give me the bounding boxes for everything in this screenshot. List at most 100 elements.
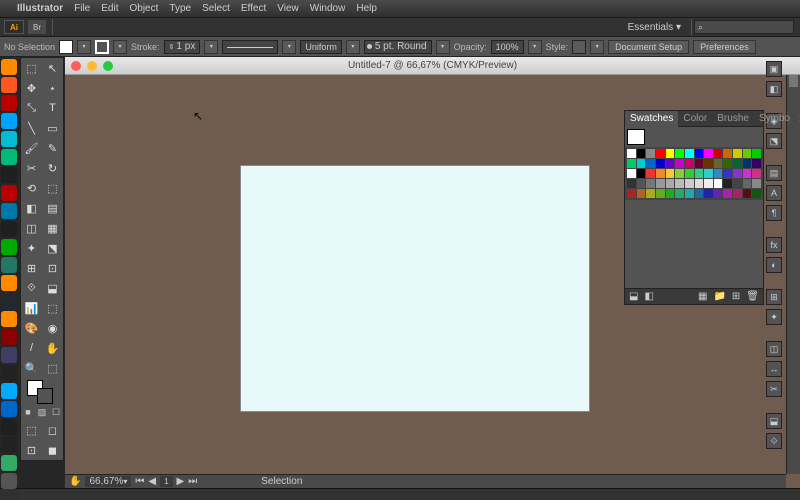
fill-swatch[interactable] [59,40,73,54]
stroke-weight-dropdown[interactable]: ▾ [204,40,218,54]
panel-icon-0[interactable]: ▣ [766,61,782,77]
panel-icon-18[interactable]: ✂ [766,381,782,397]
panel-icon-16[interactable]: ◫ [766,341,782,357]
swatch-24[interactable] [723,159,732,168]
tool-3[interactable]: ⋆ [42,78,63,98]
opacity-dropdown[interactable]: ▾ [528,40,542,54]
swatch-lib-icon[interactable]: ⬓ [629,291,638,302]
menu-edit[interactable]: Edit [101,3,118,14]
swatch-63[interactable] [695,189,704,198]
style-dropdown[interactable]: ▾ [590,40,604,54]
swatch-65[interactable] [714,189,723,198]
tab-swatches[interactable]: Swatches [625,111,678,127]
swatch-60[interactable] [666,189,675,198]
swatch-20[interactable] [685,159,694,168]
swatch-3[interactable] [656,149,665,158]
opacity-input[interactable]: 100% [491,40,524,54]
swatch-44[interactable] [646,179,655,188]
nav-last-icon[interactable]: ⏭ [188,476,197,487]
screen-mode-1[interactable]: ◻ [42,420,63,440]
swatch-41[interactable] [752,169,761,178]
panel-icon-10[interactable]: fx [766,237,782,253]
tool-1[interactable]: ↖ [42,58,63,78]
swatch-62[interactable] [685,189,694,198]
tool-7[interactable]: ▭ [42,118,63,138]
brush-pt[interactable]: 5 pt. Round [364,40,432,54]
tab-brushes[interactable]: Brushe [712,111,754,127]
tool-29[interactable]: ✋ [42,338,63,358]
tool-4[interactable]: ⤡ [21,98,42,118]
dock-app-13[interactable] [1,293,17,309]
swatch-35[interactable] [695,169,704,178]
fill-stroke-control[interactable] [21,378,63,404]
swatch-45[interactable] [656,179,665,188]
dock-app-11[interactable] [1,257,17,273]
swatch-17[interactable] [656,159,665,168]
swatch-kind-icon[interactable]: ◧ [644,291,653,302]
preferences-button[interactable]: Preferences [693,40,756,54]
swatch-55[interactable] [752,179,761,188]
dock-app-8[interactable] [1,203,17,219]
swatch-57[interactable] [637,189,646,198]
tool-9[interactable]: ✎ [42,138,63,158]
tool-25[interactable]: ⬚ [42,298,63,318]
dock-app-4[interactable] [1,131,17,147]
tool-13[interactable]: ⬚ [42,178,63,198]
swatch-53[interactable] [733,179,742,188]
swatch-37[interactable] [714,169,723,178]
swatch-16[interactable] [646,159,655,168]
panel-icon-8[interactable]: ¶ [766,205,782,221]
panel-collapse-icon[interactable]: » [795,113,800,124]
swatch-0[interactable] [627,149,636,158]
tool-30[interactable]: 🔍 [21,358,42,378]
menu-file[interactable]: File [74,3,90,14]
tool-11[interactable]: ↻ [42,158,63,178]
panel-icon-1[interactable]: ◧ [766,81,782,97]
nav-next-icon[interactable]: ▶ [177,476,185,487]
new-swatch-icon[interactable]: ⊞ [732,291,740,302]
swatch-26[interactable] [743,159,752,168]
new-group-icon[interactable]: 📁 [713,291,725,302]
dock-app-14[interactable] [1,311,17,327]
dock-app-23[interactable] [1,473,17,489]
panel-icon-20[interactable]: ⬓ [766,413,782,429]
tool-17[interactable]: ▦ [42,218,63,238]
dock-app-12[interactable] [1,275,17,291]
swatch-8[interactable] [704,149,713,158]
panel-icon-14[interactable]: ✦ [766,309,782,325]
swatch-50[interactable] [704,179,713,188]
menu-type[interactable]: Type [169,3,191,14]
dock-app-20[interactable] [1,419,17,435]
panel-icon-21[interactable]: ⟐ [766,433,782,449]
menu-window[interactable]: Window [310,3,346,14]
tool-8[interactable]: 🖌 [21,138,42,158]
hand-icon[interactable]: ✋ [69,476,81,487]
menu-effect[interactable]: Effect [241,3,266,14]
screen-mode-2[interactable]: ⊡ [21,440,42,460]
dock-app-15[interactable] [1,329,17,345]
tab-color[interactable]: Color [678,111,712,127]
fill-dropdown[interactable]: ▾ [77,40,91,54]
tool-19[interactable]: ⬔ [42,238,63,258]
swatch-28[interactable] [627,169,636,178]
panel-icon-13[interactable]: ⊞ [766,289,782,305]
swatch-54[interactable] [743,179,752,188]
stroke-box[interactable] [37,388,53,404]
swatch-42[interactable] [627,179,636,188]
swatch-64[interactable] [704,189,713,198]
stroke-swatch[interactable] [95,40,109,54]
swatch-66[interactable] [723,189,732,198]
search-input[interactable]: ⌕ [694,20,794,34]
swatch-36[interactable] [704,169,713,178]
panel-icon-17[interactable]: ↔ [766,361,782,377]
swatch-39[interactable] [733,169,742,178]
swatch-43[interactable] [637,179,646,188]
swatch-5[interactable] [675,149,684,158]
brush-dropdown[interactable]: ▾ [346,40,360,54]
menu-view[interactable]: View [277,3,299,14]
swatch-49[interactable] [695,179,704,188]
vertical-scrollbar[interactable] [786,75,800,474]
swatch-40[interactable] [743,169,752,178]
swatch-1[interactable] [637,149,646,158]
dock-app-7[interactable] [1,185,17,201]
